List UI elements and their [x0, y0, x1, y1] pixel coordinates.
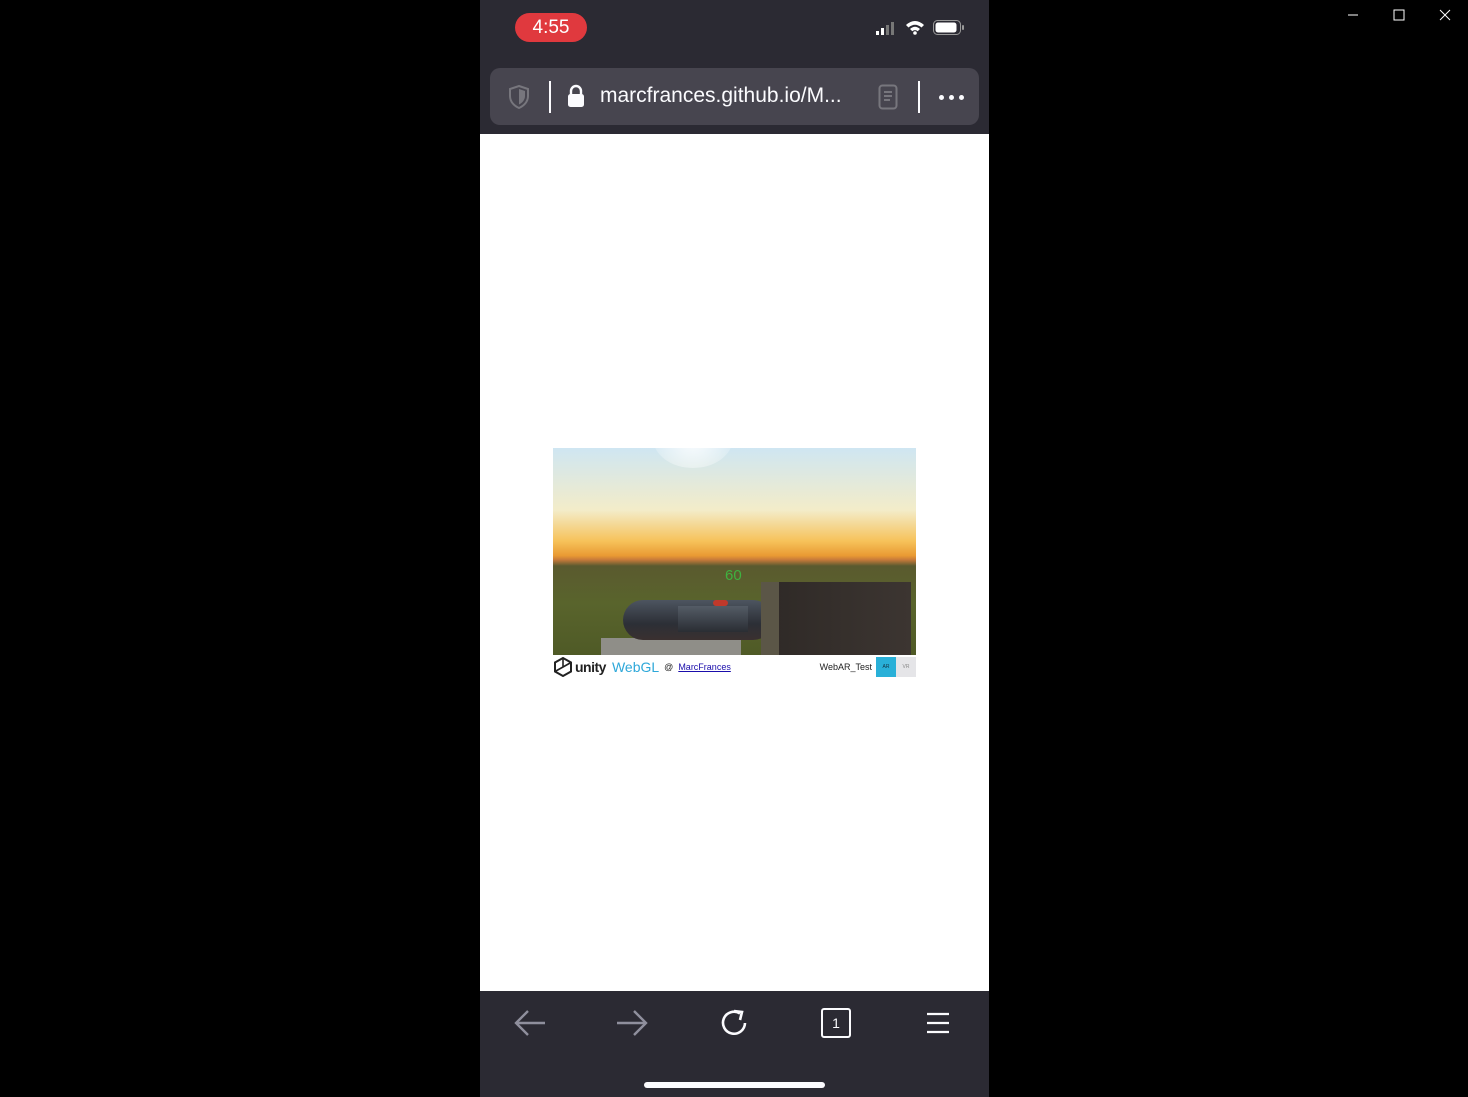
scene-platform [601, 638, 741, 655]
maximize-button[interactable] [1376, 0, 1422, 30]
minimize-button[interactable] [1330, 0, 1376, 30]
fps-counter: 60 [725, 567, 742, 584]
menu-button[interactable] [916, 1005, 960, 1041]
forward-button[interactable] [610, 1005, 654, 1041]
webgl-wordmark: WebGL [611, 659, 660, 675]
maximize-icon [1393, 9, 1405, 21]
url-text[interactable]: marcfrances.github.io/M... [600, 84, 842, 108]
scene-crate [761, 582, 911, 655]
back-arrow-icon [514, 1010, 545, 1036]
tabs-button[interactable]: 1 [814, 1005, 858, 1041]
status-time[interactable]: 4:55 [515, 13, 587, 42]
bottom-toolbar: 1 [480, 991, 989, 1097]
reload-icon [721, 1009, 747, 1036]
more-options-icon[interactable] [935, 83, 967, 111]
forward-arrow-icon [617, 1010, 648, 1036]
url-separator-left [549, 81, 551, 113]
reload-button[interactable] [712, 1005, 756, 1041]
vr-button[interactable]: VR [896, 657, 916, 677]
reader-mode-icon[interactable] [878, 84, 898, 110]
project-title: WebAR_Test [819, 662, 872, 672]
scene-cannon-neck [678, 606, 748, 632]
unity-logo-icon [554, 657, 572, 677]
ar-button[interactable]: AR [876, 657, 896, 677]
address-toolbar: marcfrances.github.io/M... [480, 60, 989, 134]
wifi-icon [906, 21, 924, 35]
battery-icon [933, 20, 964, 35]
back-button[interactable] [508, 1005, 552, 1041]
webgl-game-canvas[interactable]: 60 [553, 448, 916, 655]
phone-screen: 4:55 marcfrances.github.io/M... 60 unity… [480, 0, 989, 1097]
close-button[interactable] [1422, 0, 1468, 30]
url-field[interactable]: marcfrances.github.io/M... [490, 68, 979, 125]
webgl-footer: unity WebGL @ MarcFrances WebAR_Test AR … [553, 655, 916, 679]
close-icon [1439, 9, 1451, 21]
status-bar: 4:55 [480, 0, 989, 60]
minimize-icon [1348, 14, 1358, 16]
lock-icon [568, 84, 584, 107]
scene-crate-edge [761, 582, 779, 655]
menu-icon [927, 1012, 949, 1034]
tracking-shield-icon[interactable] [508, 85, 530, 109]
window-controls [1330, 0, 1468, 30]
home-indicator[interactable] [644, 1082, 825, 1088]
cellular-signal-icon [876, 21, 894, 35]
status-icons [875, 20, 965, 35]
author-link[interactable]: MarcFrances [678, 662, 731, 672]
at-symbol: @ [664, 662, 674, 672]
tabs-icon: 1 [821, 1008, 851, 1038]
web-content: 60 unity WebGL @ MarcFrances WebAR_Test … [480, 134, 989, 991]
unity-webgl-logo: unity WebGL @ MarcFrances [553, 657, 731, 677]
scene-cannon-marker [713, 600, 728, 606]
url-separator-right [918, 81, 920, 113]
sun-glow [653, 448, 733, 468]
unity-wordmark: unity [575, 659, 606, 675]
